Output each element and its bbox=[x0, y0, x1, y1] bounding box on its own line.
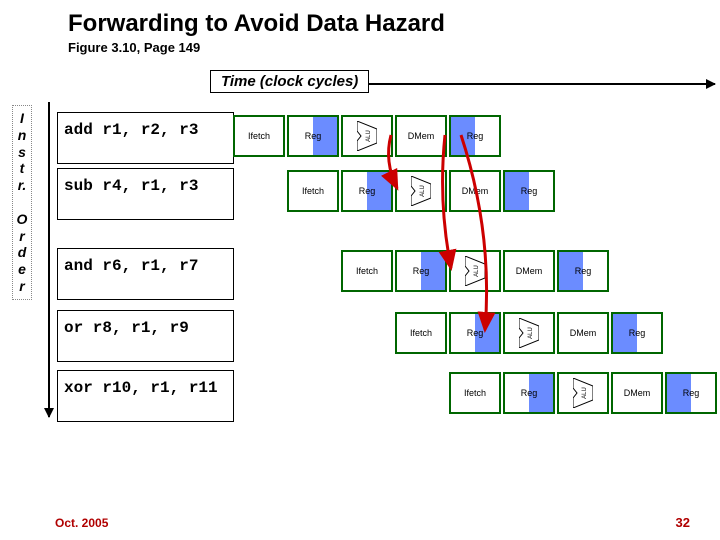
slide-subtitle: Figure 3.10, Page 149 bbox=[68, 40, 200, 55]
pipeline-stage: DMem bbox=[395, 115, 447, 157]
pipeline-stage: Ifetch bbox=[395, 312, 447, 354]
svg-text:ALU: ALU bbox=[528, 327, 534, 339]
pipeline-stage: DMem bbox=[611, 372, 663, 414]
pipeline-stage: ALU bbox=[395, 170, 447, 212]
slide-title: Forwarding to Avoid Data Hazard bbox=[68, 10, 445, 38]
instruction-box: xor r10, r1, r11 bbox=[57, 370, 234, 422]
svg-text:ALU: ALU bbox=[582, 387, 588, 399]
pipeline-stage: DMem bbox=[449, 170, 501, 212]
pipeline-stage: DMem bbox=[503, 250, 555, 292]
instruction-box: add r1, r2, r3 bbox=[57, 112, 234, 164]
instr-order-arrow bbox=[48, 102, 50, 417]
time-axis-label: Time (clock cycles) bbox=[210, 70, 369, 93]
instruction-box: and r6, r1, r7 bbox=[57, 248, 234, 300]
pipeline-stage: DMem bbox=[557, 312, 609, 354]
instr-order-label: Instr. Order bbox=[12, 105, 32, 300]
pipeline-stage: Reg bbox=[665, 372, 717, 414]
pipeline-stage: Ifetch bbox=[449, 372, 501, 414]
svg-text:ALU: ALU bbox=[474, 265, 480, 277]
slide-number: 32 bbox=[676, 515, 690, 530]
pipeline-stage: Reg bbox=[503, 170, 555, 212]
pipeline-stage: Reg bbox=[503, 372, 555, 414]
pipeline-stage: ALU bbox=[449, 250, 501, 292]
svg-text:ALU: ALU bbox=[420, 185, 426, 197]
instruction-box: sub r4, r1, r3 bbox=[57, 168, 234, 220]
pipeline-stage: Reg bbox=[557, 250, 609, 292]
svg-text:ALU: ALU bbox=[366, 130, 372, 142]
pipeline-stage: Ifetch bbox=[341, 250, 393, 292]
pipeline-stage: ALU bbox=[341, 115, 393, 157]
pipeline-stage: Reg bbox=[395, 250, 447, 292]
pipeline-stage: Ifetch bbox=[287, 170, 339, 212]
pipeline-stage: Reg bbox=[449, 312, 501, 354]
pipeline-stage: ALU bbox=[557, 372, 609, 414]
pipeline-stage: Reg bbox=[287, 115, 339, 157]
footer-date: Oct. 2005 bbox=[55, 516, 108, 530]
pipeline-stage: Reg bbox=[341, 170, 393, 212]
pipeline-stage: Reg bbox=[611, 312, 663, 354]
pipeline-stage: Ifetch bbox=[233, 115, 285, 157]
pipeline-stage: Reg bbox=[449, 115, 501, 157]
pipeline-stage: ALU bbox=[503, 312, 555, 354]
instruction-box: or r8, r1, r9 bbox=[57, 310, 234, 362]
